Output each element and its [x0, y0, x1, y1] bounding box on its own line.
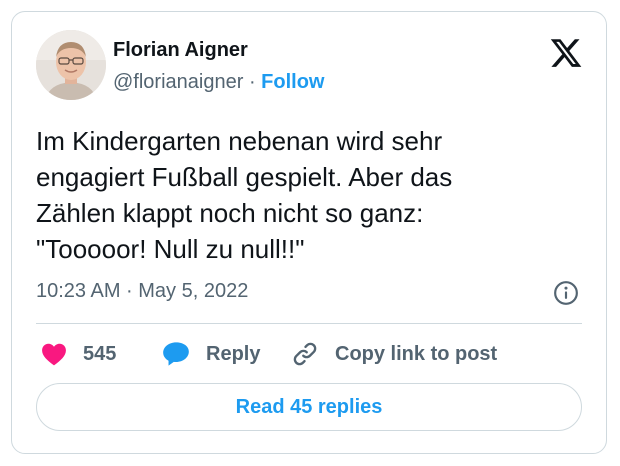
tweet-text-line: Im Kindergarten nebenan wird sehr	[36, 126, 443, 156]
avatar-photo	[36, 30, 106, 100]
tweet-text-line: "Tooooor! Null zu null!!"	[36, 234, 305, 264]
copy-link-label: Copy link to post	[335, 342, 498, 365]
divider	[36, 323, 582, 324]
info-icon[interactable]	[553, 280, 579, 306]
author-handle[interactable]: @florianaigner	[113, 71, 243, 93]
tweet-text-line: engagiert Fußball gespielt. Aber das	[36, 162, 453, 192]
x-logo-icon[interactable]	[549, 36, 583, 70]
copy-link-button[interactable]: Copy link to post	[291, 339, 497, 369]
tweet-text-line: Zählen klappt noch nicht so ganz:	[36, 198, 424, 228]
speech-bubble-icon	[163, 342, 189, 366]
author-handle-row: @florianaigner · Follow	[113, 71, 325, 94]
tweet-text: Im Kindergarten nebenan wird sehr engagi…	[36, 123, 596, 267]
avatar[interactable]	[36, 30, 106, 100]
reply-label: Reply	[206, 342, 261, 365]
reply-button[interactable]: Reply	[162, 339, 260, 369]
follow-button[interactable]: Follow	[261, 71, 324, 93]
read-replies-button[interactable]: Read 45 replies	[36, 383, 582, 431]
link-icon	[293, 342, 317, 366]
separator: ·	[248, 71, 256, 93]
tweet-timestamp[interactable]: 10:23 AM · May 5, 2022	[36, 280, 248, 303]
like-count: 545	[83, 342, 117, 365]
tweet-card: Florian Aigner @florianaigner · Follow I…	[11, 11, 607, 454]
author-name[interactable]: Florian Aigner	[113, 39, 248, 62]
heart-icon	[42, 343, 66, 366]
like-button[interactable]: 545	[41, 339, 116, 369]
